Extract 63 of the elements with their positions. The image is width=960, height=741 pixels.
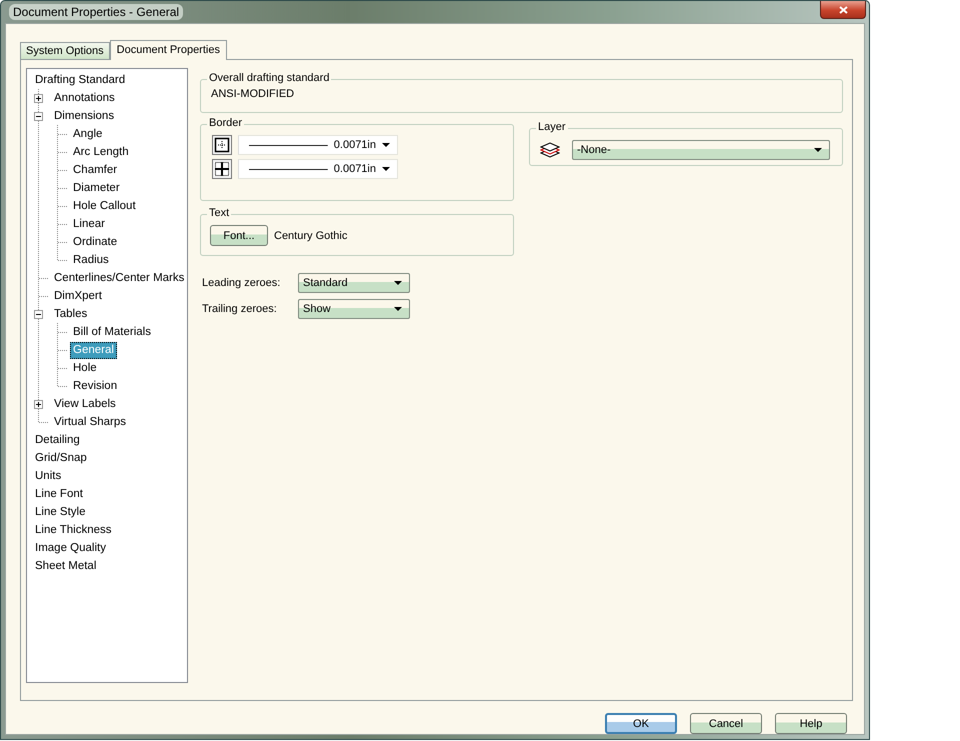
tree-item[interactable]: Detailing [32,432,83,448]
font-button[interactable]: Font... [210,225,268,246]
group-label: Border [207,117,244,129]
tree-item[interactable]: Centerlines/Center Marks [51,270,188,286]
tab[interactable]: Document Properties [110,40,227,60]
tree-item[interactable]: Angle [70,126,106,142]
grid-icon [212,159,232,179]
dialog-button[interactable]: OK [605,713,677,734]
dialog-button[interactable]: Cancel [690,713,762,734]
tree-item[interactable]: Chamfer [70,162,120,178]
caret-icon [394,307,402,311]
layer-dropdown[interactable]: -None- [572,140,830,160]
tree-item[interactable]: Ordinate [70,234,120,250]
dropdown[interactable]: Standard [298,273,410,293]
layers-icon [540,142,560,158]
caret-icon [382,167,390,171]
close-icon [838,6,848,14]
group-label: Overall drafting standard [207,72,332,84]
frame-icon [212,135,232,155]
tree-item[interactable]: Grid/Snap [32,450,90,466]
line-weight-dropdown[interactable]: 0.0071in [238,135,398,155]
tab[interactable]: System Options [20,42,110,59]
tree-item[interactable]: View Labels [51,396,119,412]
window-title: Document Properties - General [9,4,184,20]
tree-item[interactable]: Line Thickness [32,522,114,538]
caret-icon [382,143,390,147]
tree-item[interactable]: Image Quality [32,540,109,556]
collapse-icon[interactable] [34,112,43,120]
caret-icon [394,281,402,285]
tree-item[interactable]: Units [32,468,64,484]
line-weight-dropdown[interactable]: 0.0071in [238,159,398,179]
line-sample-icon [249,168,328,170]
tree-item[interactable]: Line Style [32,504,89,520]
tree-item[interactable]: Tables [51,306,90,322]
group-label: Layer [536,121,568,133]
tree-item[interactable]: Arc Length [70,144,132,160]
tree-item[interactable]: Linear [70,216,108,232]
tree-item[interactable]: Annotations [51,90,118,106]
caret-icon [814,148,822,152]
close-button[interactable] [820,1,866,19]
tree-item[interactable]: Radius [70,252,112,268]
tree-item[interactable]: Virtual Sharps [51,414,130,430]
tree-item[interactable]: Bill of Materials [70,324,154,340]
tree-item[interactable]: DimXpert [51,288,105,304]
tree-item[interactable]: Sheet Metal [32,558,100,574]
tree-item[interactable]: Hole Callout [70,198,139,214]
dialog-button[interactable]: Help [775,713,847,734]
tree-item[interactable]: Drafting Standard [32,72,128,88]
tree-item[interactable]: Dimensions [51,108,118,124]
group-label: Text [207,207,232,219]
expand-icon[interactable] [34,94,43,102]
tree-item[interactable]: Line Font [32,486,86,502]
collapse-icon[interactable] [34,310,43,318]
font-name: Century Gothic [274,230,348,242]
standard-value: ANSI-MODIFIED [210,87,296,100]
field-label: Trailing zeroes: [202,303,278,315]
tree-item[interactable]: Diameter [70,180,123,196]
expand-icon[interactable] [34,400,43,408]
tree-item[interactable]: Revision [70,378,120,394]
field-label: Leading zeroes: [202,277,282,289]
dropdown[interactable]: Show [298,299,410,319]
line-sample-icon [249,144,328,146]
tree-item[interactable]: Hole [70,360,100,376]
